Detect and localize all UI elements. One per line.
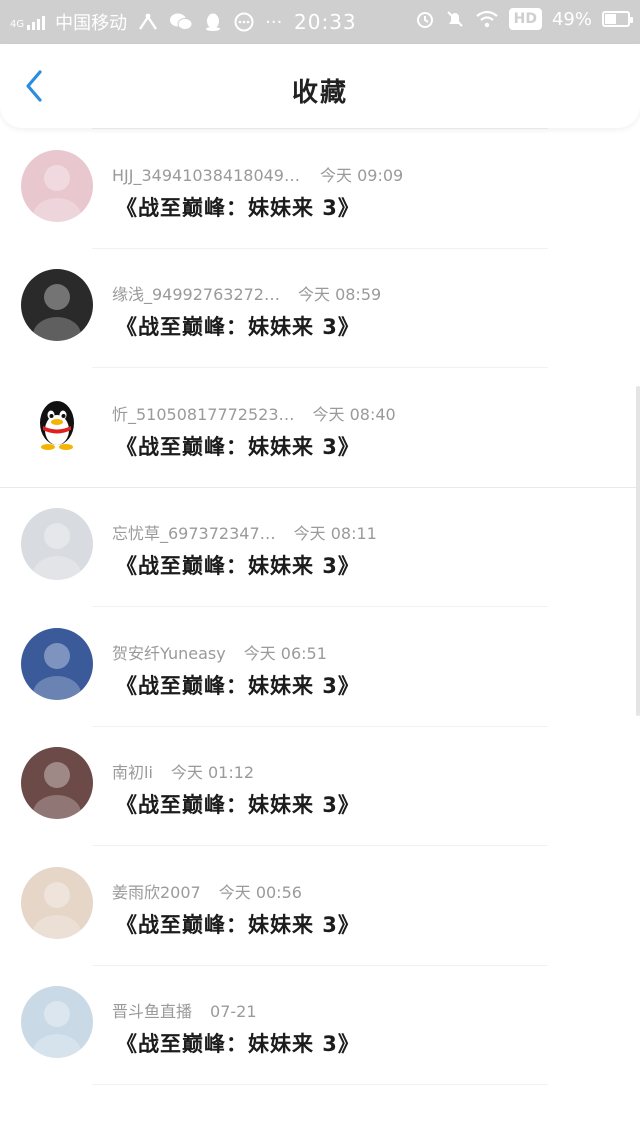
user-avatar-icon xyxy=(33,1001,81,1058)
favorite-content: 《战至巅峰：妹妹来 3》 xyxy=(116,434,360,459)
scrollbar[interactable] xyxy=(636,386,640,716)
saved-time: 今天 01:12 xyxy=(170,763,255,782)
favorite-content: 《战至巅峰：妹妹来 3》 xyxy=(116,315,360,339)
avatar[interactable] xyxy=(21,269,93,341)
avatar[interactable] xyxy=(21,508,93,580)
clock: 20:33 xyxy=(294,10,357,34)
page-title: 收藏 xyxy=(291,78,348,108)
favorite-meta: 贺安纤Yuneasy 今天 06:51 xyxy=(112,640,327,664)
signal-icon xyxy=(27,14,46,30)
user-avatar-icon xyxy=(33,881,81,939)
avatar[interactable] xyxy=(21,866,93,939)
divider xyxy=(92,1084,548,1085)
favorite-content: 《战至巅峰：妹妹来 3》 xyxy=(116,195,360,220)
favorite-content: 《战至巅峰：妹妹来 3》 xyxy=(116,554,360,578)
avatar[interactable] xyxy=(21,747,93,819)
favorite-meta: 忻_51050817772523… 今天 08:40 xyxy=(112,401,396,425)
header-bar: 收藏 xyxy=(0,44,640,128)
sender-name: 晋斗鱼直播 xyxy=(112,1002,193,1021)
sender-name: HJJ_349410384180491​9 xyxy=(112,165,302,185)
battery-percent: 49% xyxy=(551,8,592,30)
favorite-meta: 南初li 今天 01:12 xyxy=(112,759,254,783)
alarm-icon xyxy=(416,12,433,28)
favorite-meta: 姜雨欣2007 今天 00:56 xyxy=(112,879,302,903)
signal-indicator: 4G xyxy=(10,14,46,30)
saved-time: 今天 00:56 xyxy=(218,882,302,902)
carrier-name: 中国移动 xyxy=(55,13,128,34)
favorite-item[interactable]: 贺安纤Yuneasy 今天 06:51 《战至巅峰：妹妹来 3》 xyxy=(0,608,640,727)
saved-time: 今天 08:40 xyxy=(312,404,396,424)
favorite-item[interactable]: 姜雨欣2007 今天 00:56 《战至巅峰：妹妹来 3》 xyxy=(0,847,640,966)
favorite-item[interactable]: 晋斗鱼直播 07-21 《战至巅峰：妹妹来 3》 xyxy=(0,966,640,1085)
more-notifications: ··· xyxy=(265,11,283,33)
user-avatar-icon xyxy=(33,762,81,819)
sender-name: 缘浅_94992763272… xyxy=(112,285,280,304)
saved-time: 07-21 xyxy=(210,1002,257,1021)
favorite-meta: 晋斗鱼直播 07-21 xyxy=(112,998,257,1022)
saved-time: 今天 09:09 xyxy=(320,165,404,185)
saved-time: 今天 08:11 xyxy=(293,524,377,543)
sender-name: 南初li xyxy=(112,763,153,782)
favorite-meta: HJJ_349410384180491​9 今天 09:09 xyxy=(112,162,403,186)
avatar[interactable] xyxy=(21,388,93,461)
hd-badge: HD xyxy=(508,8,542,30)
user-avatar-icon xyxy=(33,642,81,700)
user-avatar-icon xyxy=(33,523,81,580)
qq-penguin-icon xyxy=(40,400,74,450)
qq-icon xyxy=(206,13,221,31)
user-avatar-icon xyxy=(33,164,81,222)
favorite-item[interactable]: 忘忧草_697372347… 今天 08:11 《战至巅峰：妹妹来 3》 xyxy=(0,488,640,607)
avatar[interactable] xyxy=(21,149,93,222)
status-bar: 4G 中国移动 ··· 20:33 HD 49% xyxy=(0,0,640,44)
favorite-item[interactable]: HJJ_349410384180491​9 今天 09:09 《战至巅峰：妹妹来 3… xyxy=(0,130,640,249)
sender-name: 忘忧草_697372347… xyxy=(112,524,276,543)
sender-name: 忻_51050817772523… xyxy=(112,404,295,424)
user-avatar-icon xyxy=(33,284,81,341)
favorite-item[interactable]: 缘浅_94992763272… 今天 08:59 《战至巅峰：妹妹来 3》 xyxy=(0,249,640,368)
favorite-content: 《战至巅峰：妹妹来 3》 xyxy=(116,673,360,698)
message-icon xyxy=(234,12,254,32)
favorite-item[interactable]: 忻_51050817772523… 今天 08:40 《战至巅峰：妹妹来 3》 xyxy=(0,369,640,488)
sender-name: 贺安纤Yuneasy xyxy=(112,643,226,663)
favorite-content: 《战至巅峰：妹妹来 3》 xyxy=(116,1032,360,1056)
wifi-icon xyxy=(475,10,498,28)
saved-time: 今天 08:59 xyxy=(297,285,382,304)
avatar[interactable] xyxy=(21,627,93,700)
favorite-content: 《战至巅峰：妹妹来 3》 xyxy=(116,912,360,937)
notification-app-icon xyxy=(139,13,158,30)
network-type: 4G xyxy=(10,19,25,30)
saved-time: 今天 06:51 xyxy=(243,643,327,663)
sender-name: 姜雨欣2007 xyxy=(112,882,201,902)
favorites-list[interactable]: 《战至巅峰：妹妹来 3》 HJJ_349410384180491​9 今天 09:0… xyxy=(0,68,640,1138)
favorite-content: 《战至巅峰：妹妹来 3》 xyxy=(116,793,360,817)
favorite-meta: 忘忧草_697372347… 今天 08:11 xyxy=(112,520,377,544)
favorite-meta: 缘浅_94992763272… 今天 08:59 xyxy=(112,281,381,305)
avatar[interactable] xyxy=(21,986,93,1058)
battery-icon xyxy=(602,11,633,27)
mute-icon xyxy=(446,11,463,27)
favorite-item[interactable]: 南初li 今天 01:12 《战至巅峰：妹妹来 3》 xyxy=(0,727,640,846)
wechat-icon xyxy=(170,13,193,30)
